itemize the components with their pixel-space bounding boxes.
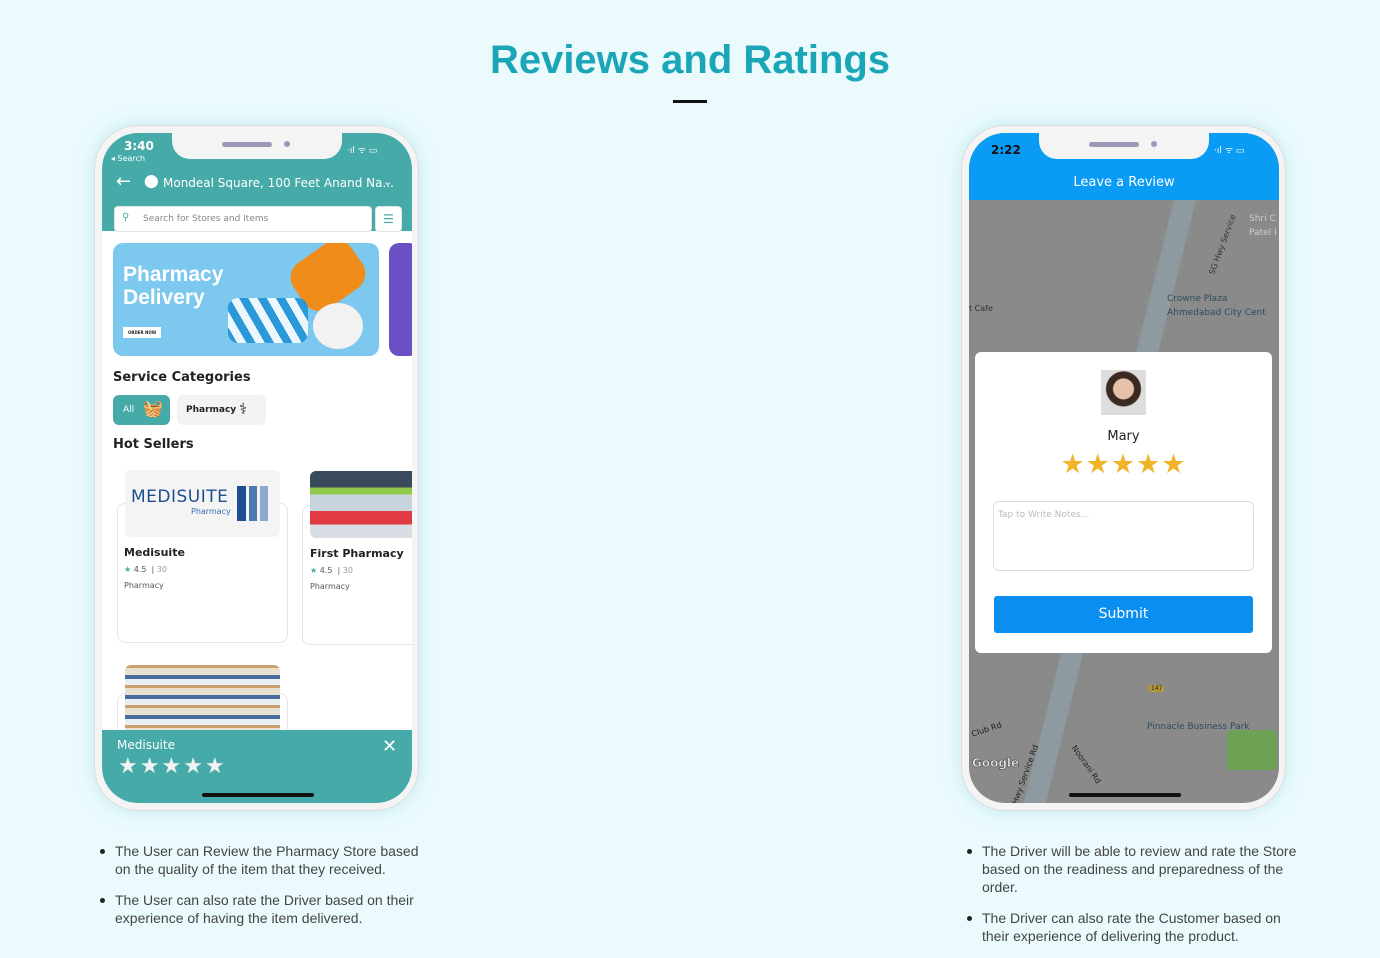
location-selector[interactable]: Mondeal Square, 100 Feet Anand Na... (163, 176, 394, 190)
store-category: Pharmacy (310, 582, 350, 591)
medisuite-logo: MEDISUITE Pharmacy (125, 470, 280, 537)
search-input[interactable]: Search for Stores and Items (114, 206, 372, 232)
store-rating: ★ 4.5 | 30 (310, 566, 353, 575)
submit-button[interactable]: Submit (994, 596, 1253, 633)
first-pharmacy-photo (310, 471, 412, 538)
rating-store-name: Medisuite (117, 738, 175, 752)
notch (1039, 133, 1209, 159)
pharmacy-shelf-photo (125, 665, 280, 735)
user-phone: 3:40 ◂ Search ·ıl ᯤ ▭ ← ⬤ Mondeal Square… (94, 125, 419, 811)
store-name: Medisuite (124, 546, 185, 559)
hot-sellers-heading: Hot Sellers (113, 437, 194, 452)
home-indicator (202, 793, 314, 797)
bullet-item: The User can also rate the Driver based … (100, 891, 430, 927)
status-time: 2:22 (991, 143, 1021, 157)
star-icon: ★ (118, 754, 140, 779)
store-category: Pharmacy (124, 581, 164, 590)
star-icon: ★ (1060, 449, 1086, 480)
driver-phone: 2:22 ·ıl ᯤ ▭ Leave a Review SG Hwy Servi… (961, 125, 1286, 811)
notch (172, 133, 342, 159)
star-icon: ★ (1136, 449, 1162, 480)
star-icon: ★ (161, 754, 184, 779)
rating-stars[interactable]: ★★★★★ (118, 754, 227, 779)
status-icons: ·ıl ᯤ ▭ (347, 146, 378, 156)
title-divider (673, 100, 707, 103)
page-title: Reviews and Ratings (489, 38, 891, 82)
category-label: All (123, 405, 135, 415)
star-icon: ★ (139, 754, 162, 779)
category-pharmacy[interactable]: Pharmacy ⚕ (177, 395, 266, 425)
chevron-down-icon[interactable]: ⌄ (383, 175, 392, 188)
star-icon: ★ (1161, 449, 1187, 480)
back-arrow-icon[interactable]: ← (116, 171, 131, 192)
star-icon: ★ (204, 754, 227, 779)
status-time: 3:40 (124, 139, 154, 153)
filter-icon[interactable]: ☰ (375, 206, 402, 232)
google-logo: Google (972, 756, 1020, 771)
avatar (1101, 370, 1146, 415)
bottle-cap-image (313, 303, 363, 349)
notes-input[interactable]: Tap to Write Notes... (993, 501, 1254, 571)
capsules-image (228, 298, 308, 343)
location-pin-icon: ⬤ (144, 174, 159, 189)
star-icon: ★ (183, 754, 205, 779)
pharmacy-delivery-banner[interactable]: Pharmacy Delivery ORDER NOW (113, 243, 379, 356)
driver-features-list: The Driver will be able to review and ra… (967, 842, 1297, 958)
service-categories-heading: Service Categories (113, 370, 251, 385)
star-icon: ★ (1085, 449, 1111, 480)
driver-screen: 2:22 ·ıl ᯤ ▭ Leave a Review SG Hwy Servi… (969, 133, 1279, 803)
store-rating: ★ 4.5 | 30 (124, 565, 167, 574)
header-title: Leave a Review (1073, 175, 1175, 190)
star-icon: ★ (1110, 449, 1137, 480)
bullet-item: The User can Review the Pharmacy Store b… (100, 842, 430, 878)
search-icon: ⚲ (122, 212, 130, 223)
back-to-search[interactable]: ◂ Search (111, 154, 145, 163)
reviewee-name: Mary (1107, 429, 1140, 444)
user-features-list: The User can Review the Pharmacy Store b… (100, 842, 430, 940)
banner-line1: Pharmacy (123, 263, 224, 286)
category-label: Pharmacy (186, 405, 237, 415)
order-now-button[interactable]: ORDER NOW (123, 327, 162, 338)
review-card: Mary ★★★★★ Tap to Write Notes... Submit (975, 352, 1272, 653)
star-icon: ★ (310, 566, 318, 575)
bullet-item: The Driver will be able to review and ra… (967, 842, 1297, 896)
medicine-bottle-icon: ⚕ (239, 400, 248, 418)
user-screen: 3:40 ◂ Search ·ıl ᯤ ▭ ← ⬤ Mondeal Square… (102, 133, 412, 803)
banner-line2: Delivery (123, 286, 205, 309)
star-icon: ★ (124, 565, 132, 574)
next-banner[interactable] (389, 243, 412, 356)
category-all[interactable]: All 🧺 (113, 395, 170, 425)
home-indicator (1069, 793, 1181, 797)
rating-stars[interactable]: ★★★★★ (975, 449, 1272, 480)
store-name: First Pharmacy (310, 547, 404, 560)
close-icon[interactable]: ✕ (382, 736, 397, 757)
basket-icon: 🧺 (143, 399, 163, 418)
bullet-item: The Driver can also rate the Customer ba… (967, 909, 1297, 945)
status-icons: ·ıl ᯤ ▭ (1214, 146, 1245, 156)
